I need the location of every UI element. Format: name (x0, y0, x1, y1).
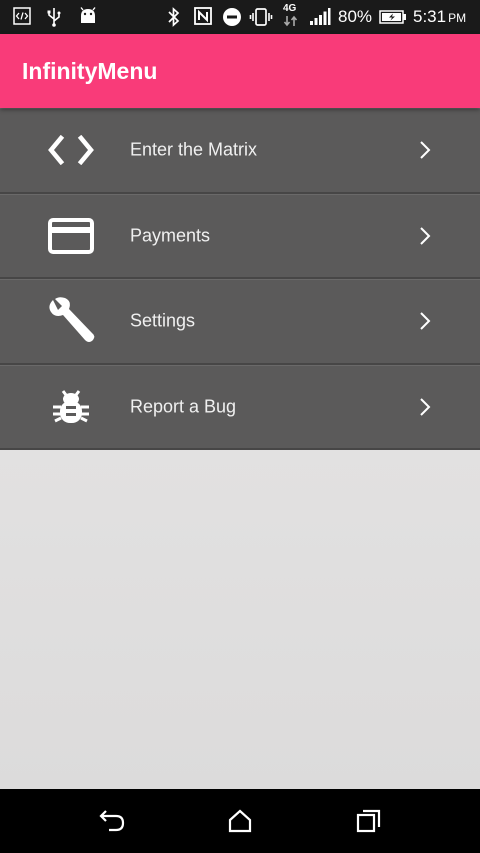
battery-charging-icon (379, 10, 406, 24)
menu-item-enter-the-matrix[interactable]: Enter the Matrix (0, 108, 480, 194)
network-type-label: 4G (283, 3, 297, 14)
code-icon (13, 7, 31, 25)
network-4g-icon: 4G (283, 3, 301, 29)
app-bar: InfinityMenu (0, 34, 480, 108)
menu-item-label: Settings (130, 310, 196, 331)
menu-item-label: Report a Bug (130, 396, 237, 417)
clock: 5:31 PM (413, 7, 466, 27)
credit-card-icon (44, 212, 98, 260)
do-not-disturb-icon (223, 8, 241, 26)
navigation-bar (0, 789, 480, 853)
menu-item-report-a-bug[interactable]: Report a Bug (0, 364, 480, 450)
code-brackets-icon (44, 126, 98, 174)
usb-icon (47, 8, 61, 27)
status-bar: 4G 80% 5:31 PM (0, 0, 480, 34)
content-area (0, 450, 480, 789)
chevron-right-icon (420, 312, 431, 330)
nfc-icon (194, 7, 212, 25)
menu-list: Enter the Matrix Payments Settings Repor… (0, 108, 480, 450)
menu-item-payments[interactable]: Payments (0, 193, 480, 279)
back-icon[interactable] (98, 808, 126, 834)
android-icon (80, 7, 96, 23)
bluetooth-icon (168, 7, 180, 27)
battery-percent: 80% (338, 7, 373, 26)
app-title: InfinityMenu (22, 58, 158, 84)
chevron-right-icon (420, 398, 431, 416)
chevron-right-icon (420, 227, 431, 245)
bug-icon (44, 383, 98, 431)
clock-time: 5:31 (413, 7, 447, 26)
menu-item-settings[interactable]: Settings (0, 279, 480, 365)
vibrate-icon (249, 8, 273, 26)
menu-item-label: Enter the Matrix (130, 139, 258, 160)
wrench-icon (44, 297, 98, 345)
clock-ampm: PM (448, 11, 467, 25)
menu-item-label: Payments (130, 225, 211, 246)
recents-icon[interactable] (355, 808, 383, 834)
chevron-right-icon (420, 141, 431, 159)
signal-icon (310, 8, 331, 25)
home-icon[interactable] (226, 808, 254, 834)
